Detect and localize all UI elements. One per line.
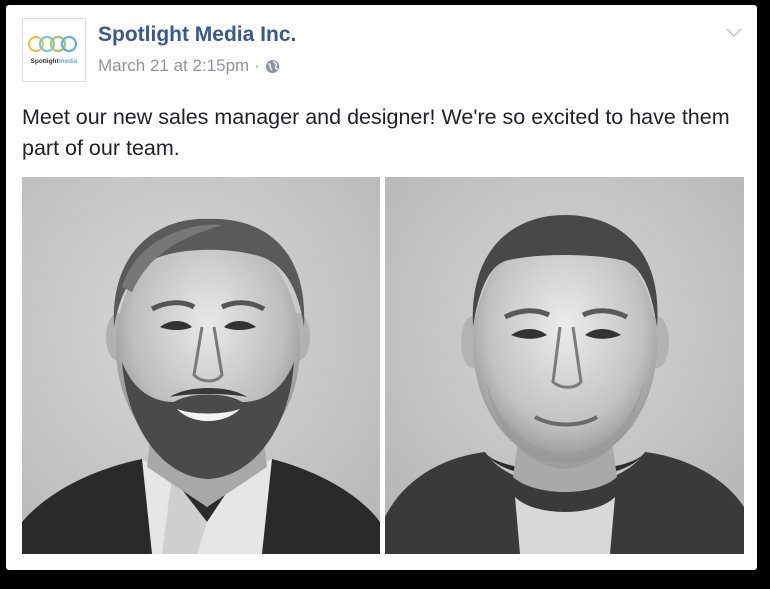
svg-text:Spotlightmedia: Spotlightmedia <box>31 58 78 65</box>
post-text: Meet our new sales manager and designer!… <box>22 105 730 160</box>
post-meta: March 21 at 2:15pm · <box>98 56 280 76</box>
page-logo-avatar[interactable]: Spotlightmedia <box>22 18 86 82</box>
post-options-chevron-icon[interactable] <box>726 25 742 38</box>
page-name-link[interactable]: Spotlight Media Inc. <box>98 23 296 47</box>
spotlight-logo-icon: Spotlightmedia <box>27 35 78 65</box>
post-timestamp[interactable]: March 21 at 2:15pm <box>98 56 249 76</box>
globe-icon[interactable] <box>265 59 280 74</box>
photo-designer[interactable] <box>385 177 744 554</box>
photo-sales-manager[interactable] <box>22 177 380 554</box>
facebook-post: Spotlightmedia Spotlight Media Inc. Marc… <box>6 5 757 570</box>
meta-separator: · <box>254 56 260 75</box>
